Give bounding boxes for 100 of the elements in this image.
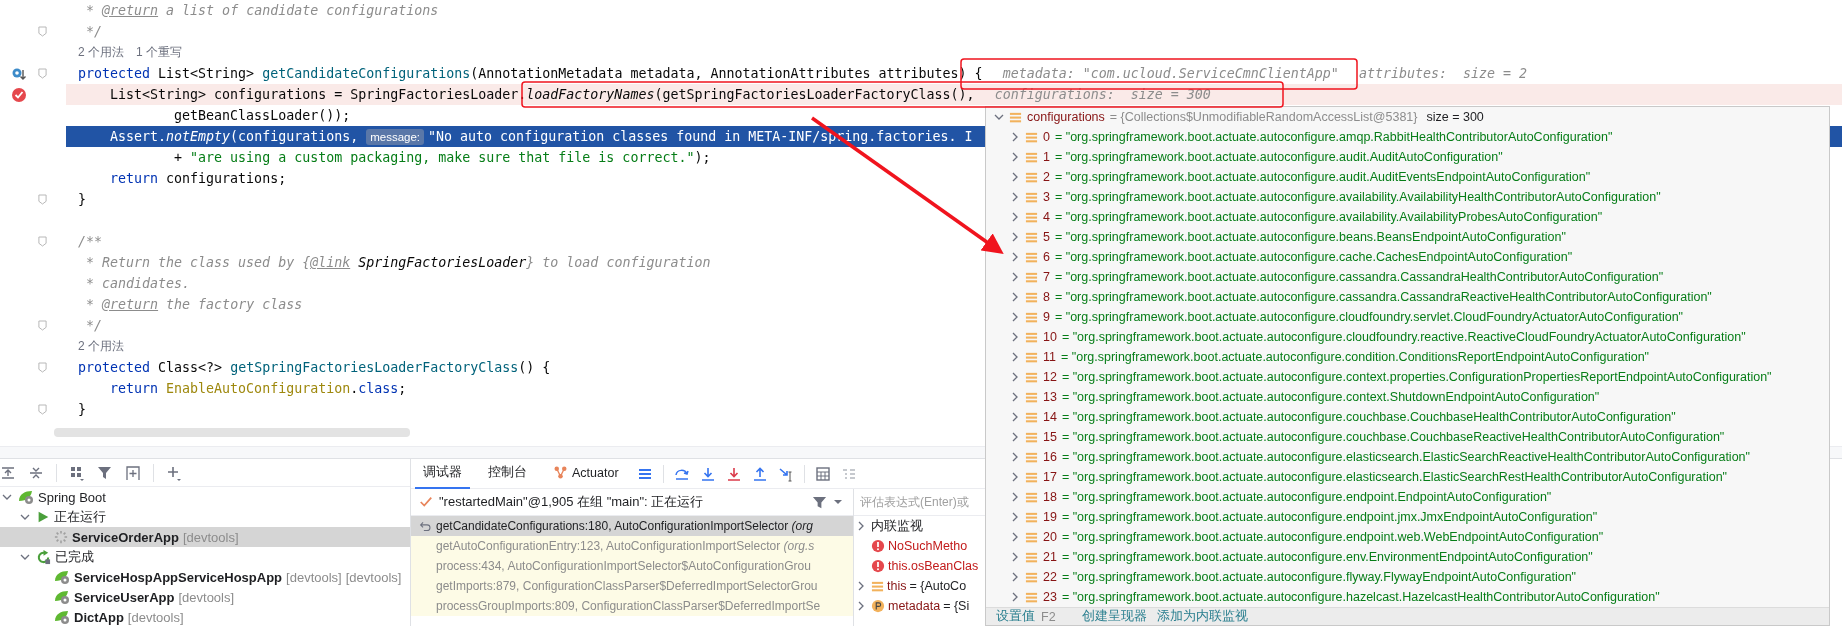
tab[interactable]: Actuator — [545, 458, 627, 489]
chevron-right-icon[interactable] — [1010, 552, 1020, 562]
chevron-right-icon[interactable] — [1010, 132, 1020, 142]
chevron-right-icon[interactable] — [1010, 472, 1020, 482]
variable-value: = "org.springframework.boot.actuate.autoconfigure.flyway.FlywayEndpointAutoConfiguration" — [1061, 570, 1577, 584]
variable-name: 0 — [1043, 130, 1050, 144]
variable-value: = "org.springframework.boot.actuate.autoconfigure.couchbase.CouchbaseHealthContributorAutoConfiguration" — [1061, 410, 1676, 424]
chevron-right-icon[interactable] — [1010, 452, 1020, 462]
cursor-arrow-icon[interactable] — [777, 465, 794, 482]
list-icon — [1025, 470, 1038, 484]
add-frame-icon[interactable] — [125, 464, 141, 481]
chevron-down-icon[interactable] — [20, 512, 30, 522]
chevron-right-icon[interactable] — [1010, 492, 1020, 502]
tree-item[interactable]: ServiceHospAppServiceHospApp [devtools] [devtools] — [0, 567, 410, 587]
tree-item[interactable]: ServiceOrderApp [devtools] — [0, 527, 410, 547]
stack-frame[interactable]: getCandidateConfigurations:180, AutoConfigurationImportSelector (org — [411, 516, 853, 536]
tree-item-label: ServiceOrderApp — [72, 529, 179, 545]
chevron-right-icon[interactable] — [1010, 392, 1020, 402]
chevron-right-icon[interactable] — [1010, 232, 1020, 242]
tab[interactable]: 调试器 — [415, 458, 470, 489]
down-arrow-icon[interactable] — [699, 465, 716, 482]
tree-item[interactable]: ServiceUserApp [devtools] — [0, 587, 410, 607]
usage-hint[interactable]: 2 个用法 — [78, 338, 124, 355]
variable-value: = "org.springframework.boot.actuate.autoconfigure.endpoint.web.WebEndpointAutoConfiguration" — [1061, 530, 1604, 544]
leaf-gear-icon — [54, 589, 70, 605]
inline-value-hint: metadata: "com.ucloud.ServiceCmnClientApp" — [1002, 66, 1339, 81]
usage-hint[interactable]: 2 个用法 — [78, 44, 124, 61]
chevron-right-icon[interactable] — [1010, 292, 1020, 302]
chevron-right-icon[interactable] — [1010, 432, 1020, 442]
list-icon — [1025, 430, 1038, 444]
variable-name: configurations — [1027, 110, 1105, 124]
action-link[interactable]: 添加为内联监视 — [1156, 608, 1248, 625]
chevron-right-icon[interactable] — [856, 581, 866, 591]
down-arrow-icon[interactable] — [725, 465, 742, 482]
up-arrow-icon[interactable] — [751, 465, 768, 482]
variable-value: = "org.springframework.boot.actuate.autoconfigure.cassandra.CassandraReactiveHealthContributorAutoConfiguration" — [1054, 290, 1712, 304]
list-icon — [1025, 170, 1038, 184]
variable-name: metadata — [888, 599, 941, 613]
chevron-right-icon[interactable] — [1010, 572, 1020, 582]
circular-arrow-icon — [36, 549, 51, 565]
chevron-down-icon[interactable] — [2, 492, 12, 502]
inline-value-hint: configurations: size = 300 — [994, 87, 1211, 102]
chevron-right-icon[interactable] — [1010, 332, 1020, 342]
tag-label: [devtools] — [182, 529, 239, 545]
variable-name: 12 — [1043, 370, 1057, 384]
code-line: * @return the factory class — [85, 297, 303, 312]
chevron-right-icon[interactable] — [1010, 512, 1020, 522]
grid-icon[interactable] — [69, 464, 85, 481]
variable-name: 内联监视 — [871, 517, 923, 535]
variable-name: 8 — [1043, 290, 1050, 304]
list-icon — [1025, 570, 1038, 584]
chevron-right-icon[interactable] — [1010, 172, 1020, 182]
action-link[interactable]: 创建呈现器 — [1081, 608, 1147, 625]
chevron-right-icon[interactable] — [1010, 352, 1020, 362]
chevron-right-icon[interactable] — [1010, 152, 1020, 162]
tree-item[interactable]: 已完成 — [0, 547, 410, 567]
error-icon — [871, 539, 885, 553]
usage-hint[interactable]: 1 个重写 — [136, 44, 183, 61]
tab[interactable]: 控制台 — [480, 458, 535, 489]
variable-value: = {Collections$UnmodifiableRandomAccessList@5381} — [1109, 110, 1418, 124]
chevron-right-icon[interactable] — [1010, 252, 1020, 262]
variable-name: 1 — [1043, 150, 1050, 164]
code-line: /** — [78, 234, 103, 249]
filter-icon[interactable] — [97, 464, 113, 481]
tree-item[interactable]: 正在运行 — [0, 507, 410, 527]
variable-value: = "org.springframework.boot.actuate.autoconfigure.condition.ConditionsReportEndpointAutoConfiguration" — [1061, 350, 1650, 364]
breakpoint-icon[interactable] — [11, 86, 27, 103]
variable-name: 21 — [1043, 550, 1057, 564]
variable-value: = "org.springframework.boot.actuate.autoconfigure.endpoint.jmx.JmxEndpointAutoConfiguration" — [1061, 510, 1598, 524]
chevron-down-icon[interactable] — [994, 112, 1004, 122]
p-icon — [871, 599, 885, 613]
caret-icon[interactable] — [833, 497, 843, 507]
list-icon — [1025, 150, 1038, 164]
scrollbar[interactable] — [54, 428, 410, 437]
evaluate-expression-field[interactable]: 评估表达式(Enter)或 — [854, 489, 988, 516]
chevron-right-icon[interactable] — [1010, 272, 1020, 282]
tree-item[interactable]: DictApp [devtools] — [0, 607, 410, 626]
chevron-right-icon[interactable] — [1010, 312, 1020, 322]
variable-name: this.osBeanClas — [888, 559, 979, 573]
variable-value: = "org.springframework.boot.actuate.autoconfigure.cloudfoundry.servlet.CloudFoundryActuatorAutoConfiguration" — [1054, 310, 1684, 324]
expand-all-icon[interactable] — [0, 464, 16, 481]
variable-name: this — [887, 579, 907, 593]
chevron-right-icon[interactable] — [856, 521, 866, 531]
chevron-right-icon[interactable] — [856, 601, 866, 611]
tree-item[interactable]: Spring Boot — [0, 487, 410, 507]
list-icon — [1025, 410, 1038, 424]
code-line: getBeanClassLoader()); — [173, 108, 351, 123]
chevron-right-icon[interactable] — [1010, 532, 1020, 542]
chevron-down-icon[interactable] — [20, 552, 30, 562]
variable-name: 2 — [1043, 170, 1050, 184]
action-link[interactable]: 设置值 — [996, 608, 1035, 625]
calculator-icon[interactable] — [814, 465, 831, 482]
filter-icon[interactable] — [812, 494, 827, 510]
chevron-right-icon[interactable] — [1010, 212, 1020, 222]
chevron-right-icon[interactable] — [1010, 592, 1020, 602]
chevron-right-icon[interactable] — [1010, 372, 1020, 382]
plus-icon[interactable] — [166, 464, 182, 481]
variable-name: 18 — [1043, 490, 1057, 504]
chevron-right-icon[interactable] — [1010, 192, 1020, 202]
chevron-right-icon[interactable] — [1010, 412, 1020, 422]
